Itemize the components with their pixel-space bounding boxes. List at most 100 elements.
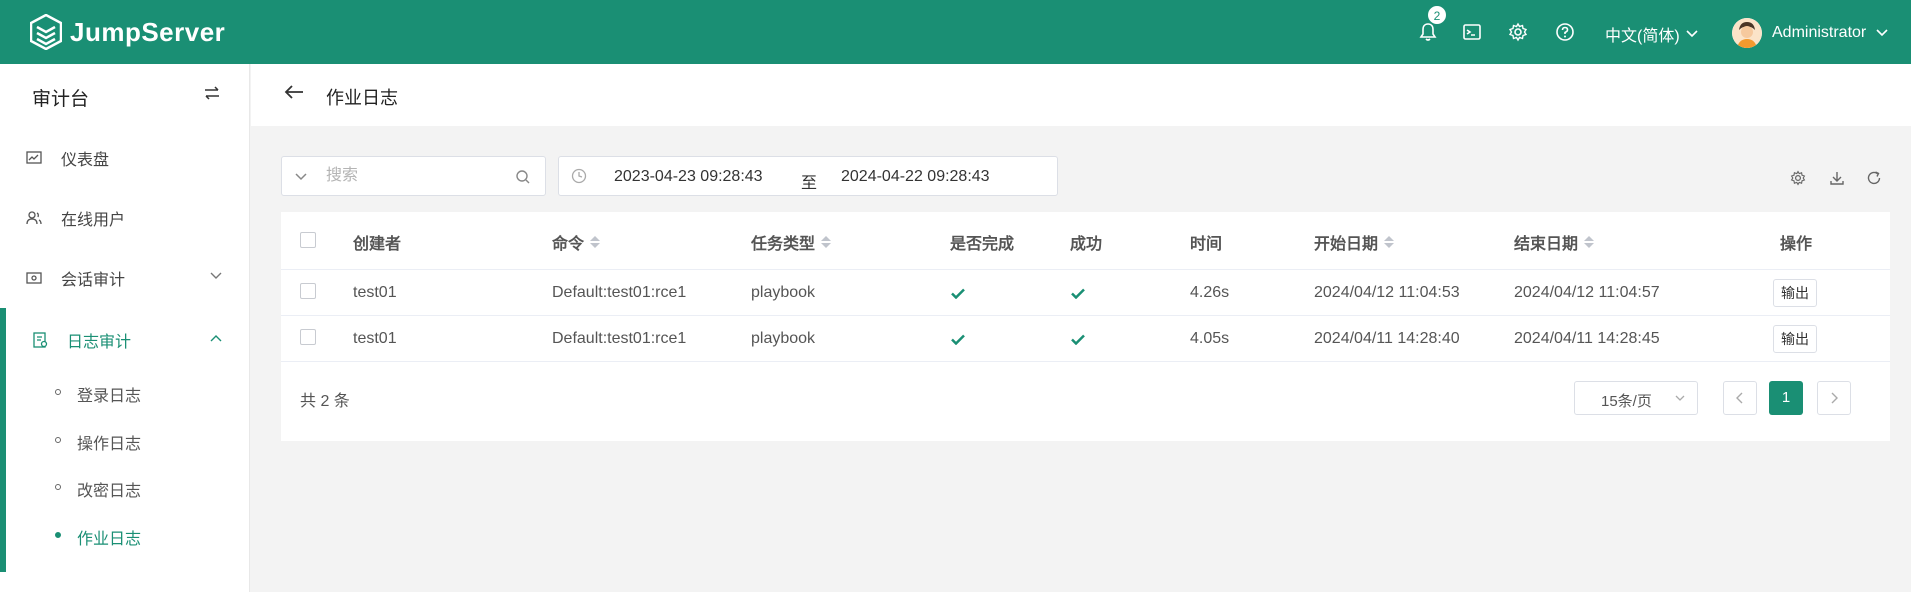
log-icon	[33, 332, 48, 348]
next-page-button[interactable]	[1817, 381, 1851, 415]
sidebar-item-online-users[interactable]: 在线用户	[0, 196, 250, 240]
search-input[interactable]	[326, 165, 506, 187]
cell-command: Default:test01:rce1	[552, 330, 687, 347]
bullet-icon	[55, 437, 61, 443]
sidebar-item-label: 在线用户	[61, 212, 126, 229]
sidebar: 审计台 仪表盘 在线用户 会话审计 日志审计 登录日志 操作日志 改密日志 作业…	[0, 64, 250, 592]
cell-time: 4.26s	[1190, 284, 1230, 301]
date-end[interactable]: 2024-04-22 09:28:43	[841, 168, 990, 186]
output-button[interactable]: 输出	[1773, 325, 1817, 353]
chevron-right-icon	[1831, 392, 1838, 404]
sort-icon[interactable]	[590, 236, 601, 248]
sidebar-subitem-label: 操作日志	[77, 436, 142, 453]
check-icon	[951, 334, 965, 345]
session-icon	[26, 272, 42, 284]
sidebar-subitem-job-log[interactable]: 作业日志	[0, 515, 250, 555]
back-arrow-icon[interactable]	[284, 84, 304, 103]
sidebar-subitem-operate-log[interactable]: 操作日志	[0, 420, 250, 460]
sort-icon[interactable]	[1384, 236, 1395, 248]
users-icon	[26, 211, 42, 225]
bullet-icon	[55, 389, 61, 395]
chevron-down-icon	[1876, 29, 1888, 37]
date-range-picker[interactable]: 2023-04-23 09:28:43 至 2024-04-22 09:28:4…	[558, 156, 1058, 196]
date-separator: 至	[801, 175, 818, 192]
page-title: 作业日志	[326, 88, 398, 108]
page-size-label: 15条/页	[1601, 393, 1652, 410]
output-button[interactable]: 输出	[1773, 279, 1817, 307]
sidebar-item-log-audit[interactable]: 日志审计	[0, 318, 250, 362]
language-label: 中文(简体)	[1605, 28, 1680, 45]
sort-icon[interactable]	[821, 236, 832, 248]
cell-task-type: playbook	[751, 284, 816, 301]
row-checkbox[interactable]	[300, 329, 316, 345]
sidebar-subitem-label: 作业日志	[77, 531, 142, 548]
search-icon[interactable]	[515, 169, 531, 185]
clock-icon	[571, 168, 587, 184]
help-icon[interactable]	[1555, 22, 1575, 42]
cell-end-date: 2024/04/12 11:04:57	[1514, 284, 1660, 301]
chevron-down-icon	[1686, 30, 1698, 38]
sidebar-item-label: 日志审计	[67, 334, 132, 351]
check-icon	[1071, 288, 1085, 299]
refresh-icon[interactable]	[1866, 170, 1882, 189]
bell-icon[interactable]	[1418, 22, 1438, 42]
check-icon	[951, 288, 965, 299]
gear-icon[interactable]	[1508, 22, 1528, 42]
logo-text: JumpServer	[70, 16, 226, 47]
logo[interactable]: JumpServer	[30, 14, 225, 50]
chevron-left-icon	[1736, 392, 1743, 404]
page-number-current[interactable]: 1	[1769, 381, 1803, 415]
sidebar-subitem-password-change-log[interactable]: 改密日志	[0, 467, 250, 507]
search-box[interactable]	[281, 156, 546, 196]
jumpserver-logo-icon	[30, 14, 62, 50]
chevron-down-icon	[1675, 395, 1685, 401]
sidebar-subitem-label: 登录日志	[77, 388, 142, 405]
bullet-icon	[55, 532, 61, 538]
sort-icon[interactable]	[1584, 236, 1595, 248]
sidebar-item-label: 会话审计	[61, 272, 126, 289]
table-row: test01 Default:test01:rce1 playbook 4.26…	[281, 270, 1890, 316]
cell-start-date: 2024/04/12 11:04:53	[1314, 284, 1460, 301]
table-settings-icon[interactable]	[1790, 170, 1806, 189]
sidebar-title: 审计台	[32, 89, 90, 110]
user-name: Administrator	[1772, 24, 1867, 41]
cell-end-date: 2024/04/11 14:28:45	[1514, 330, 1660, 347]
chevron-up-icon	[210, 335, 222, 342]
column-header-creator: 创建者	[353, 236, 402, 253]
cell-start-date: 2024/04/11 14:28:40	[1314, 330, 1460, 347]
cell-time: 4.05s	[1190, 330, 1230, 347]
column-header-success: 成功	[1070, 236, 1103, 253]
cell-command: Default:test01:rce1	[552, 284, 687, 301]
select-all-checkbox[interactable]	[300, 232, 316, 248]
cell-creator: test01	[353, 330, 397, 347]
column-header-end-date[interactable]: 结束日期	[1514, 230, 1595, 254]
check-icon	[1071, 334, 1085, 345]
column-header-task-type[interactable]: 任务类型	[751, 230, 832, 254]
chevron-down-icon[interactable]	[294, 169, 308, 183]
sidebar-item-dashboard[interactable]: 仪表盘	[0, 136, 250, 180]
total-count: 共 2 条	[300, 393, 350, 410]
cell-task-type: playbook	[751, 330, 816, 347]
cell-creator: test01	[353, 284, 397, 301]
job-log-table: 创建者 命令 任务类型 是否完成 成功 时间 开始日期 结束日期 操作 test…	[281, 212, 1890, 441]
page-size-select[interactable]: 15条/页	[1574, 381, 1698, 415]
column-header-start-date[interactable]: 开始日期	[1314, 230, 1395, 254]
date-start[interactable]: 2023-04-23 09:28:43	[614, 168, 763, 186]
download-icon[interactable]	[1829, 170, 1845, 189]
language-selector[interactable]: 中文(简体)	[1605, 22, 1698, 46]
table-row: test01 Default:test01:rce1 playbook 4.05…	[281, 316, 1890, 362]
user-menu[interactable]: Administrator	[1732, 18, 1888, 48]
bullet-icon	[55, 484, 61, 490]
sidebar-item-session-audit[interactable]: 会话审计	[0, 256, 250, 300]
column-header-action: 操作	[1780, 236, 1813, 253]
prev-page-button[interactable]	[1723, 381, 1757, 415]
avatar	[1732, 18, 1762, 48]
sidebar-subitem-login-log[interactable]: 登录日志	[0, 372, 250, 412]
row-checkbox[interactable]	[300, 283, 316, 299]
terminal-icon[interactable]	[1462, 22, 1482, 42]
page-header	[251, 64, 1911, 126]
column-header-command[interactable]: 命令	[552, 230, 601, 254]
notification-badge: 2	[1427, 5, 1447, 25]
top-navbar: JumpServer 2 中文(简体) Administrator	[0, 0, 1911, 64]
switch-view-icon[interactable]	[204, 86, 220, 103]
